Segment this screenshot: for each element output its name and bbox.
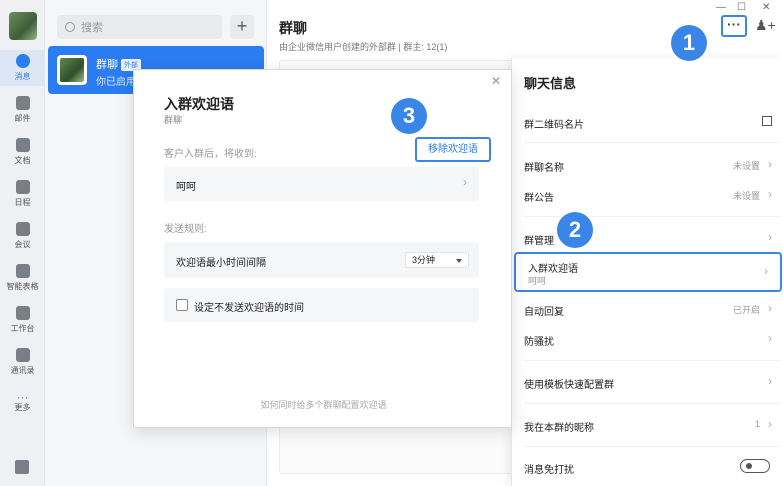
step-badge-1: 1 [671, 25, 707, 61]
calendar-icon [15, 180, 30, 194]
nav-mail[interactable]: 邮件 [0, 96, 45, 124]
welcome-message-dialog: ✕ 入群欢迎语 群聊 客户入群后，将收到: 移除欢迎语 呵呵 › 发送规则: 欢… [133, 69, 512, 428]
dialog-title: 入群欢迎语 [164, 96, 234, 112]
welcome-text: 呵呵 [176, 182, 196, 193]
conversation-name: 群聊 [96, 59, 118, 71]
chevron-right-icon: › [764, 264, 768, 278]
chevron-right-icon: › [768, 374, 772, 388]
step-badge-3: 3 [391, 98, 427, 134]
close-window-icon[interactable]: ✕ [762, 2, 770, 13]
conversation-preview: 你已启用 [96, 77, 136, 88]
divider [524, 446, 780, 447]
chevron-right-icon: › [463, 175, 467, 189]
search-icon [65, 22, 75, 32]
row-anti-spam[interactable]: 防骚扰 › [512, 323, 783, 355]
nav-smart-sheet[interactable]: 智能表格 [0, 264, 45, 292]
divider [524, 360, 780, 361]
welcome-text-box[interactable]: 呵呵 › [164, 167, 479, 201]
meeting-icon [15, 222, 30, 236]
dialog-subtitle: 群聊 [164, 115, 183, 125]
chat-title: 群聊 [279, 20, 307, 36]
row-group-qr[interactable]: 群二维码名片 [512, 106, 783, 138]
nav-more[interactable]: ··· 更多 [0, 390, 45, 413]
chevron-right-icon: › [768, 331, 772, 345]
chevron-right-icon: › [768, 187, 772, 201]
chat-bubble-icon [15, 54, 30, 68]
row-my-nickname[interactable]: 我在本群的昵称 1 › [512, 409, 783, 441]
interval-row: 欢迎语最小时间间隔 3分钟 [164, 242, 479, 278]
dropdown-arrow-icon [456, 259, 462, 263]
mail-icon [15, 96, 30, 110]
add-member-icon[interactable]: ♟+ [755, 17, 776, 34]
chevron-right-icon: › [768, 417, 772, 431]
nav-meeting[interactable]: 会议 [0, 222, 45, 250]
nav-workbench[interactable]: 工作台 [0, 306, 45, 334]
row-template-config[interactable]: 使用模板快速配置群 › [512, 366, 783, 398]
settings-icon[interactable] [15, 460, 29, 474]
nav-docs[interactable]: 文档 [0, 138, 45, 166]
search-input[interactable]: 搜索 [57, 15, 222, 39]
nav-rail: 消息 邮件 文档 日程 会议 智能表格 工作台 通讯录 ··· 更多 [0, 0, 45, 486]
group-avatar [57, 55, 87, 85]
chevron-right-icon: › [768, 301, 772, 315]
add-button[interactable]: + [230, 15, 254, 39]
close-icon[interactable]: ✕ [491, 74, 501, 88]
grid-icon [15, 306, 30, 320]
interval-select[interactable]: 3分钟 [405, 252, 469, 268]
receive-label: 客户入群后，将收到: [164, 149, 257, 160]
ellipsis-icon: ··· [16, 390, 29, 404]
more-button[interactable]: ··· [721, 15, 747, 37]
nav-calendar[interactable]: 日程 [0, 180, 45, 208]
interval-label: 欢迎语最小时间间隔 [176, 258, 266, 269]
rules-label: 发送规则: [164, 224, 207, 235]
chevron-right-icon: › [768, 157, 772, 171]
minimize-icon[interactable]: — [716, 2, 726, 13]
divider [524, 403, 780, 404]
row-group-name[interactable]: 群聊名称 未设置 › [512, 149, 783, 181]
checkbox-label: 设定不发送欢迎语的时间 [194, 303, 304, 314]
contacts-icon [15, 348, 30, 362]
row-group-manage[interactable]: 群管理 › [512, 222, 783, 254]
chevron-right-icon: › [768, 230, 772, 244]
multi-group-hint-link[interactable]: 如何同时给多个群聊配置欢迎语 [134, 398, 513, 411]
qr-code-icon [762, 116, 772, 126]
chat-subtitle: 由企业微信用户创建的外部群 | 群主: 12(1) [279, 42, 448, 52]
row-do-not-disturb[interactable]: 消息免打扰 [512, 451, 783, 483]
maximize-icon[interactable]: ☐ [737, 2, 746, 13]
row-welcome-message[interactable]: 入群欢迎语 呵呵 › [514, 252, 782, 292]
divider [524, 142, 780, 143]
dnd-toggle[interactable] [740, 459, 770, 473]
doc-icon [15, 138, 30, 152]
nav-messages[interactable]: 消息 [0, 50, 45, 86]
row-auto-reply[interactable]: 自动回复 已开启 › [512, 293, 783, 325]
step-badge-2: 2 [557, 212, 593, 248]
user-avatar[interactable] [9, 12, 37, 40]
chat-info-panel: 聊天信息 群二维码名片 群聊名称 未设置 › 群公告 未设置 › 群管理 › 入… [511, 58, 783, 486]
remove-welcome-button[interactable]: 移除欢迎语 [415, 137, 491, 162]
panel-title: 聊天信息 [524, 76, 577, 91]
no-send-time-row[interactable]: 设定不发送欢迎语的时间 [164, 288, 479, 322]
sheet-icon [15, 264, 30, 278]
no-send-time-checkbox[interactable] [176, 299, 188, 311]
nav-contacts[interactable]: 通讯录 [0, 348, 45, 376]
row-group-notice[interactable]: 群公告 未设置 › [512, 179, 783, 211]
